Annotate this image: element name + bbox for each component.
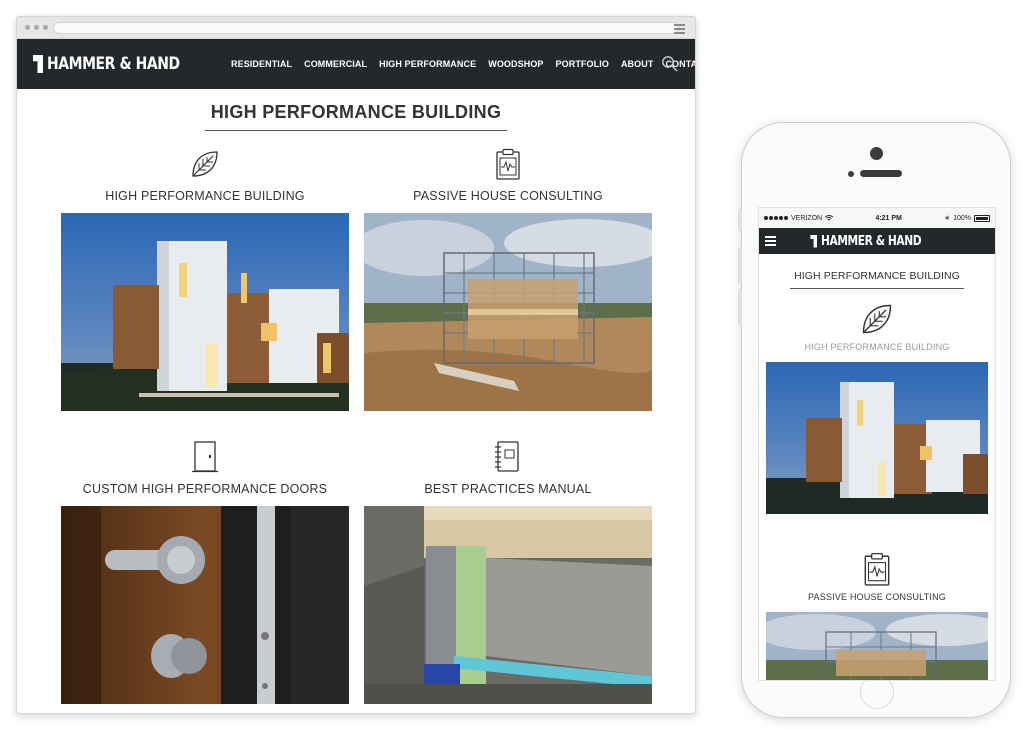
- card-title: BEST PRACTICES MANUAL: [424, 482, 592, 496]
- volume-up-button: [738, 247, 742, 283]
- browser-chrome: [17, 17, 695, 39]
- mobile-header: HAMMER & HAND: [759, 228, 995, 254]
- nav-link-commercial[interactable]: COMMERCIAL: [304, 59, 367, 69]
- status-time: 4:21 PM: [875, 214, 902, 222]
- hamburger-menu-icon[interactable]: [765, 236, 776, 248]
- nav-link-residential[interactable]: RESIDENTIAL: [231, 59, 292, 69]
- status-bar: VERIZON 4:21 PM ∗ 100%: [759, 208, 995, 228]
- carrier-label: VERIZON: [791, 214, 823, 222]
- nav-link-portfolio[interactable]: PORTFOLIO: [556, 59, 609, 69]
- card-high-performance-building[interactable]: HIGH PERFORMANCE BUILDING: [61, 147, 349, 411]
- logo-mark-icon: [810, 234, 818, 248]
- card-title: PASSIVE HOUSE CONSULTING: [413, 189, 603, 203]
- mobile-phone-frame: VERIZON 4:21 PM ∗ 100% HAMMER & HAND HIG…: [738, 122, 1011, 718]
- card-custom-high-performance-doors[interactable]: CUSTOM HIGH PERFORMANCE DOORS: [61, 440, 349, 704]
- mute-switch: [738, 209, 742, 231]
- site-logo[interactable]: HAMMER & HAND: [33, 54, 209, 74]
- mobile-item-title[interactable]: HIGH PERFORMANCE BUILDING: [759, 342, 995, 352]
- nav-link-about[interactable]: ABOUT: [621, 59, 654, 69]
- foundation-section-photo[interactable]: [364, 506, 652, 704]
- mobile-site-logo[interactable]: HAMMER & HAND: [810, 234, 943, 249]
- mobile-screen: VERIZON 4:21 PM ∗ 100% HAMMER & HAND HIG…: [758, 207, 996, 681]
- nav-link-high-performance[interactable]: HIGH PERFORMANCE: [379, 59, 476, 69]
- browser-menu-icon[interactable]: [674, 24, 685, 36]
- logo-text: HAMMER & HAND: [821, 233, 922, 249]
- construction-site-photo[interactable]: [364, 213, 652, 411]
- speaker-grille: [860, 170, 902, 177]
- bluetooth-icon: ∗: [944, 215, 951, 222]
- modern-house-photo[interactable]: [766, 362, 988, 514]
- desktop-browser-window: HAMMER & HAND RESIDENTIAL COMMERCIAL HIG…: [16, 16, 696, 714]
- card-best-practices-manual[interactable]: BEST PRACTICES MANUAL: [364, 440, 652, 704]
- door-hardware-photo[interactable]: [61, 506, 349, 704]
- logo-text: HAMMER & HAND: [47, 54, 180, 74]
- construction-site-photo[interactable]: [766, 612, 988, 681]
- clipboard-chart-icon: [864, 552, 890, 586]
- notebook-icon: [495, 441, 519, 472]
- search-icon[interactable]: [661, 55, 679, 73]
- battery-percent: 100%: [953, 214, 971, 222]
- mobile-page-title: HIGH PERFORMANCE BUILDING: [790, 270, 964, 289]
- card-title: HIGH PERFORMANCE BUILDING: [105, 189, 305, 203]
- leaf-icon: [862, 304, 892, 334]
- signal-icon: [764, 216, 788, 220]
- page-title: HIGH PERFORMANCE BUILDING: [204, 102, 508, 131]
- battery-icon: [974, 214, 990, 222]
- logo-mark-icon: [33, 55, 43, 73]
- nav-link-woodshop[interactable]: WOODSHOP: [488, 59, 543, 69]
- sensor-icon: [848, 171, 854, 177]
- door-icon: [192, 441, 218, 473]
- leaf-icon: [192, 151, 218, 177]
- camera-icon: [870, 147, 883, 160]
- modern-house-photo[interactable]: [61, 213, 349, 411]
- wifi-icon: [825, 215, 834, 221]
- clipboard-chart-icon: [496, 148, 520, 180]
- window-controls[interactable]: [25, 25, 48, 30]
- mobile-item-title[interactable]: PASSIVE HOUSE CONSULTING: [759, 592, 995, 602]
- main-nav: RESIDENTIAL COMMERCIAL HIGH PERFORMANCE …: [231, 39, 695, 89]
- card-title: CUSTOM HIGH PERFORMANCE DOORS: [82, 482, 328, 496]
- card-passive-house-consulting[interactable]: PASSIVE HOUSE CONSULTING: [364, 147, 652, 411]
- volume-down-button: [738, 289, 742, 325]
- site-header: HAMMER & HAND RESIDENTIAL COMMERCIAL HIG…: [17, 39, 695, 89]
- address-bar[interactable]: [53, 22, 679, 34]
